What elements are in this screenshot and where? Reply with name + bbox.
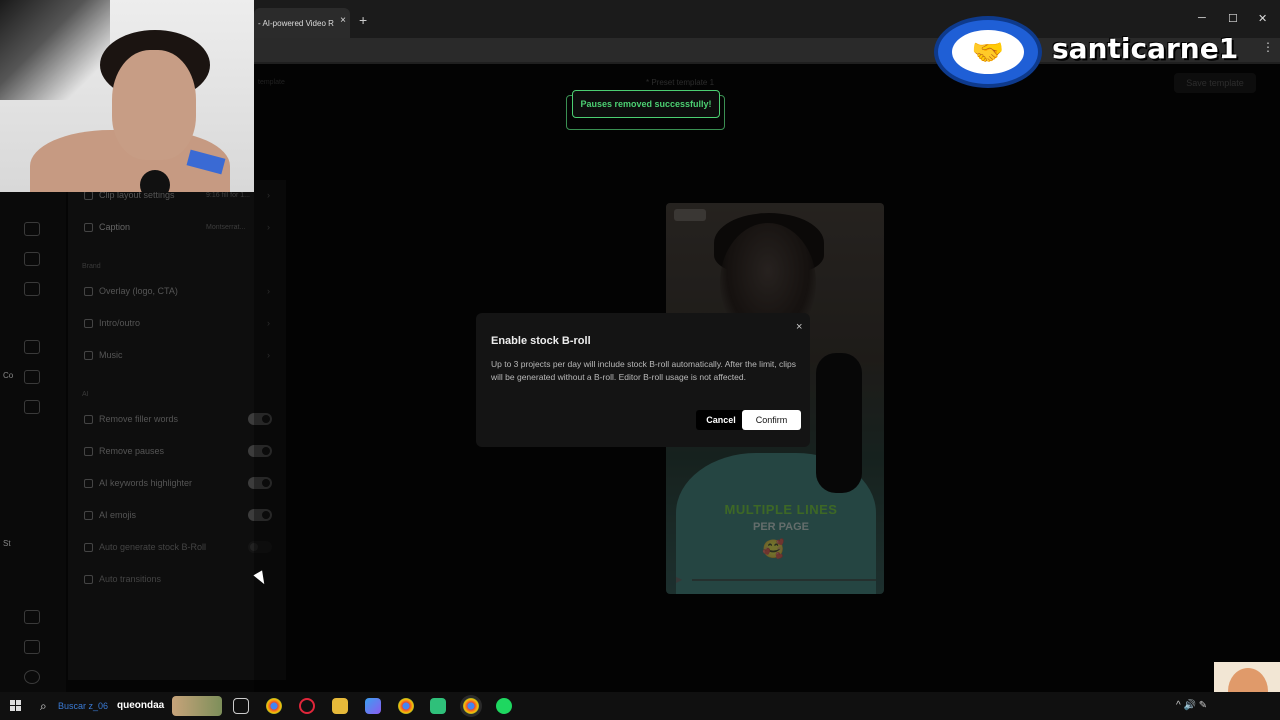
intro-outro-row[interactable]: Intro/outro › [84, 313, 274, 333]
handshake-icon: 🤝 [952, 30, 1024, 74]
cancel-button[interactable]: Cancel [696, 410, 746, 430]
folder-icon[interactable] [24, 282, 40, 296]
windows-start-icon[interactable] [10, 700, 22, 712]
emoji-icon [84, 510, 93, 520]
handshake-logo: 🤝 [934, 16, 1042, 88]
help-icon[interactable] [24, 670, 40, 684]
remove-pauses-row[interactable]: Remove pauses [84, 441, 274, 461]
calendar-icon[interactable] [24, 340, 40, 354]
chrome-profile-icon[interactable] [398, 698, 414, 714]
pauses-icon [84, 446, 93, 456]
overlay-icon [84, 286, 93, 296]
speaker-icon[interactable]: 🔊 [1183, 700, 1195, 711]
window-close-icon[interactable]: ✕ [1258, 12, 1267, 25]
overlay-row[interactable]: Overlay (logo, CTA) › [84, 281, 274, 301]
search-overlay-word: queondaa [117, 700, 165, 711]
pen-icon[interactable]: ✎ [1199, 700, 1207, 711]
confirm-button[interactable]: Confirm [742, 410, 801, 430]
streamer-name: santicarne1 [1052, 32, 1239, 65]
browser-tab[interactable]: - AI-powered Video R × [254, 8, 350, 38]
transitions-icon [84, 574, 93, 584]
music-icon [84, 350, 93, 360]
intro-icon [84, 318, 93, 328]
webcam-face [112, 50, 196, 160]
search-icon[interactable]: ⌕ [40, 699, 47, 714]
spotify-icon[interactable] [496, 698, 512, 714]
brand-section-label: Brand [82, 263, 101, 270]
left-peek-text: Co [3, 371, 14, 380]
webcam-mic [140, 170, 170, 192]
tab-close-icon[interactable]: × [340, 15, 346, 26]
ai-section-label: AI [82, 391, 89, 398]
new-tab-button[interactable]: + [359, 12, 367, 28]
copilot-icon[interactable] [365, 698, 381, 714]
caption-row[interactable]: Caption Montserrat... › [84, 217, 274, 237]
task-view-icon[interactable] [233, 698, 249, 714]
dialog-body: Up to 3 projects per day will include st… [491, 359, 797, 382]
left-peek-text: St [3, 539, 11, 548]
home-icon[interactable] [24, 222, 40, 236]
chrome-active-icon[interactable] [463, 698, 479, 714]
keywords-row[interactable]: AI keywords highlighter [84, 473, 274, 493]
app-green-icon[interactable] [430, 698, 446, 714]
search-highlight-thumb [172, 696, 222, 716]
maximize-icon[interactable]: ☐ [1228, 12, 1238, 25]
search-input[interactable]: Buscar z_06 [58, 701, 108, 711]
remove-filler-row[interactable]: Remove filler words [84, 409, 274, 429]
tray-chevron-icon[interactable]: ^ [1176, 700, 1181, 711]
gift-icon[interactable] [24, 610, 40, 624]
transitions-row[interactable]: Auto transitions [84, 569, 274, 589]
system-tray[interactable]: ^ 🔊 ✎ [1176, 700, 1207, 711]
opera-icon[interactable] [299, 698, 315, 714]
close-icon[interactable]: × [796, 321, 802, 333]
ai-emojis-row[interactable]: AI emojis [84, 505, 274, 525]
book-icon[interactable] [24, 640, 40, 654]
minimize-icon[interactable]: ─ [1198, 12, 1206, 24]
apps-icon[interactable] [24, 252, 40, 266]
keywords-icon [84, 478, 93, 488]
broll-dialog: Enable stock B-roll × Up to 3 projects p… [476, 313, 810, 447]
webcam-shadow [0, 0, 110, 100]
webcam-overlay [0, 0, 254, 192]
kebab-menu-icon[interactable]: ⋮ [1262, 40, 1274, 54]
broll-icon [84, 542, 93, 552]
broll-row[interactable]: Auto generate stock B-Roll [84, 537, 274, 557]
dialog-title: Enable stock B-roll [491, 335, 591, 347]
tab-title: - AI-powered Video R [258, 18, 334, 28]
success-toast: Pauses removed successfully! [572, 90, 720, 118]
chrome-icon[interactable] [266, 698, 282, 714]
caption-icon [84, 222, 93, 232]
filler-icon [84, 414, 93, 424]
file-explorer-icon[interactable] [332, 698, 348, 714]
music-row[interactable]: Music › [84, 345, 274, 365]
analytics-icon[interactable] [24, 370, 40, 384]
link-icon[interactable] [24, 400, 40, 414]
